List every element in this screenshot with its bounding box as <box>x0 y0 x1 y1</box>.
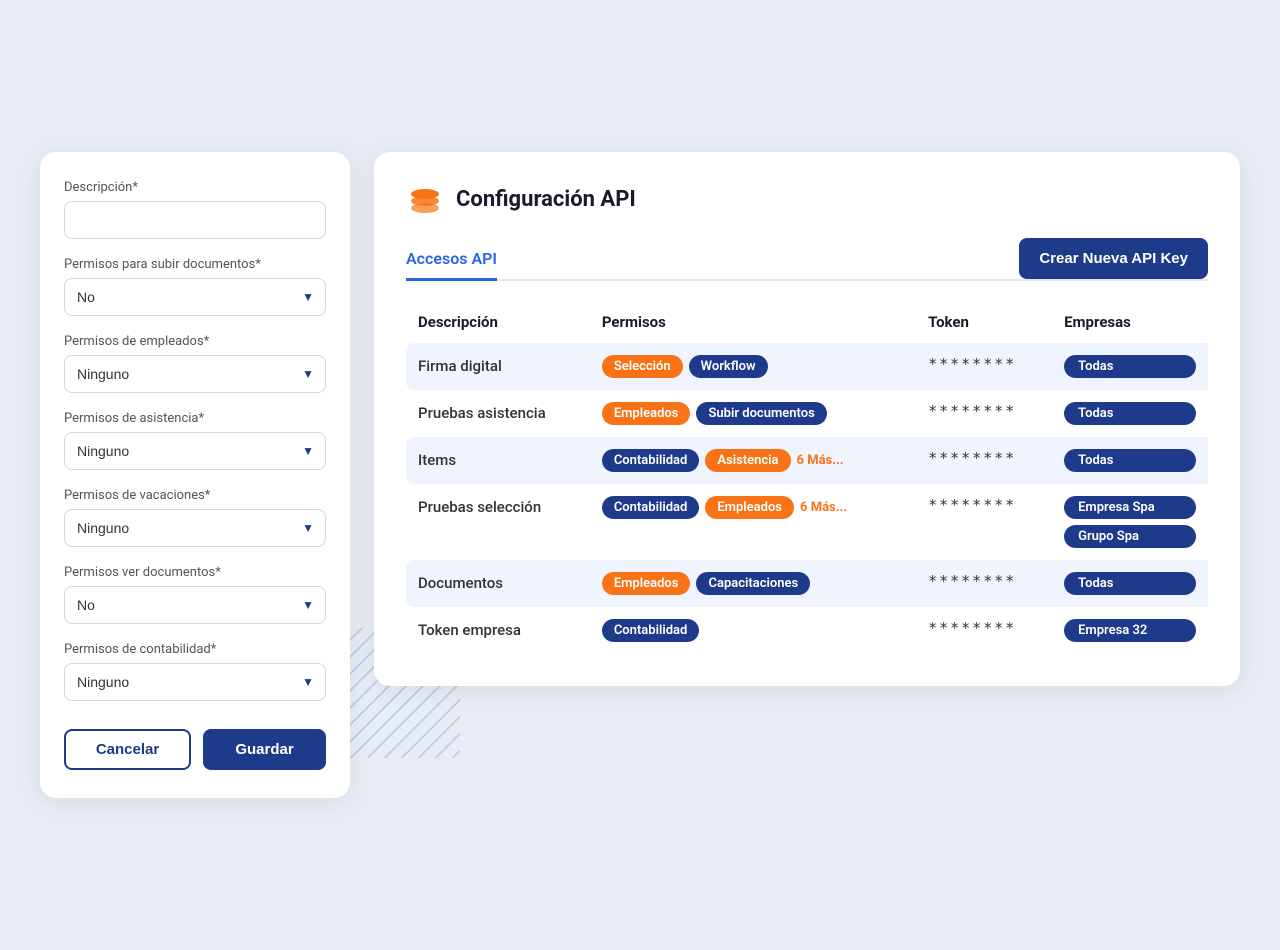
panel-title: Configuración API <box>456 187 636 212</box>
empresa-badge: Todas <box>1064 572 1196 595</box>
empresa-badge: Todas <box>1064 402 1196 425</box>
col-header-permisos: Permisos <box>590 305 916 343</box>
vacation-select[interactable]: Ninguno Lectura Escritura <box>64 509 326 547</box>
attendance-group: Permisos de asistencia* Ninguno Lectura … <box>64 411 326 470</box>
table-row: Pruebas asistenciaEmpleadosSubir documen… <box>406 390 1208 437</box>
doc-upload-group: Permisos para subir documentos* No Sí ▼ <box>64 257 326 316</box>
table-row: Firma digital Selección Workflow ******** To… <box>406 343 1208 390</box>
permission-badge: Workflow <box>689 355 768 378</box>
permission-badge: Contabilidad <box>602 619 700 642</box>
attendance-select[interactable]: Ninguno Lectura Escritura <box>64 432 326 470</box>
vacation-select-wrapper: Ninguno Lectura Escritura ▼ <box>64 509 326 547</box>
table-cell-token: ******** <box>916 437 1052 484</box>
table-row: DocumentosEmpleadosCapacitaciones*******… <box>406 560 1208 607</box>
left-panel: Descripción* Permisos para subir documen… <box>40 152 350 798</box>
permission-badge: Subir documentos <box>696 402 826 425</box>
table-cell-token: ******** <box>916 343 1052 390</box>
permission-badge: 6 Más... <box>800 496 847 519</box>
empresa-badge: Todas <box>1064 449 1196 472</box>
table-cell-description: Pruebas asistencia <box>406 390 590 437</box>
attendance-label: Permisos de asistencia* <box>64 411 326 426</box>
table-cell-permisos: EmpleadosCapacitaciones <box>590 560 916 607</box>
permission-badge: Empleados <box>602 402 691 425</box>
table-cell-description: Firma digital <box>406 343 590 390</box>
right-panel: Configuración API Accesos API Crear Nuev… <box>374 152 1240 686</box>
table-header-row: Descripción Permisos Token Empresas <box>406 305 1208 343</box>
api-table: Descripción Permisos Token Empresas Firm… <box>406 305 1208 654</box>
tab-row: Accesos API Crear Nueva API Key <box>406 238 1208 281</box>
cancel-button[interactable]: Cancelar <box>64 729 191 770</box>
table-cell-permisos: Selección Workflow <box>590 343 916 390</box>
table-cell-token: ******** <box>916 390 1052 437</box>
empresa-badge: Grupo Spa <box>1064 525 1196 548</box>
col-header-token: Token <box>916 305 1052 343</box>
employee-group: Permisos de empleados* Ninguno Lectura E… <box>64 334 326 393</box>
doc-upload-select[interactable]: No Sí <box>64 278 326 316</box>
view-docs-select[interactable]: No Sí <box>64 586 326 624</box>
action-buttons: Cancelar Guardar <box>64 729 326 770</box>
employee-label: Permisos de empleados* <box>64 334 326 349</box>
permission-badge: Contabilidad <box>602 449 700 472</box>
table-cell-empresas: Todas <box>1052 390 1208 437</box>
view-docs-group: Permisos ver documentos* No Sí ▼ <box>64 565 326 624</box>
description-input[interactable] <box>64 201 326 239</box>
empresa-badge: Todas <box>1064 355 1196 378</box>
permission-badge: Selección <box>602 355 683 378</box>
table-cell-empresas: Todas <box>1052 343 1208 390</box>
col-header-empresas: Empresas <box>1052 305 1208 343</box>
accounting-select[interactable]: Ninguno Lectura Escritura <box>64 663 326 701</box>
table-cell-empresas: Empresa 32 <box>1052 607 1208 654</box>
table-cell-description: Documentos <box>406 560 590 607</box>
table-cell-permisos: ContabilidadAsistencia 6 Más... <box>590 437 916 484</box>
page-container: Descripción* Permisos para subir documen… <box>40 152 1240 798</box>
view-docs-select-wrapper: No Sí ▼ <box>64 586 326 624</box>
permission-badge: Empleados <box>705 496 794 519</box>
table-cell-permisos: ContabilidadEmpleados 6 Más... <box>590 484 916 560</box>
table-cell-token: ******** <box>916 560 1052 607</box>
table-cell-permisos: Contabilidad <box>590 607 916 654</box>
description-label: Descripción* <box>64 180 326 195</box>
accounting-group: Permisos de contabilidad* Ninguno Lectur… <box>64 642 326 701</box>
view-docs-label: Permisos ver documentos* <box>64 565 326 580</box>
table-cell-permisos: EmpleadosSubir documentos <box>590 390 916 437</box>
description-group: Descripción* <box>64 180 326 239</box>
permission-badge: Empleados <box>602 572 691 595</box>
attendance-select-wrapper: Ninguno Lectura Escritura ▼ <box>64 432 326 470</box>
doc-upload-select-wrapper: No Sí ▼ <box>64 278 326 316</box>
permission-badge: Capacitaciones <box>696 572 810 595</box>
accounting-label: Permisos de contabilidad* <box>64 642 326 657</box>
accounting-select-wrapper: Ninguno Lectura Escritura ▼ <box>64 663 326 701</box>
logo-icon <box>406 180 444 218</box>
permission-badge: 6 Más... <box>797 449 844 472</box>
table-row: Pruebas selección ContabilidadEmpleados 6 … <box>406 484 1208 560</box>
table-cell-empresas: Todas <box>1052 437 1208 484</box>
employee-select[interactable]: Ninguno Lectura Escritura <box>64 355 326 393</box>
empresa-badge: Empresa Spa <box>1064 496 1196 519</box>
save-button[interactable]: Guardar <box>203 729 326 770</box>
table-cell-description: Pruebas selección <box>406 484 590 560</box>
create-api-key-button[interactable]: Crear Nueva API Key <box>1019 238 1208 279</box>
table-row: Items ContabilidadAsistencia 6 Más... *****… <box>406 437 1208 484</box>
tab-accesos-api[interactable]: Accesos API <box>406 239 497 281</box>
panel-header: Configuración API <box>406 180 1208 218</box>
vacation-group: Permisos de vacaciones* Ninguno Lectura … <box>64 488 326 547</box>
table-cell-empresas: Todas <box>1052 560 1208 607</box>
table-cell-description: Token empresa <box>406 607 590 654</box>
table-cell-empresas: Empresa Spa Grupo Spa <box>1052 484 1208 560</box>
empresa-badge: Empresa 32 <box>1064 619 1196 642</box>
col-header-description: Descripción <box>406 305 590 343</box>
table-cell-token: ******** <box>916 607 1052 654</box>
permission-badge: Contabilidad <box>602 496 700 519</box>
doc-upload-label: Permisos para subir documentos* <box>64 257 326 272</box>
employee-select-wrapper: Ninguno Lectura Escritura ▼ <box>64 355 326 393</box>
table-row: Token empresa Contabilidad ******** Empresa… <box>406 607 1208 654</box>
permission-badge: Asistencia <box>705 449 790 472</box>
vacation-label: Permisos de vacaciones* <box>64 488 326 503</box>
table-cell-description: Items <box>406 437 590 484</box>
table-cell-token: ******** <box>916 484 1052 560</box>
